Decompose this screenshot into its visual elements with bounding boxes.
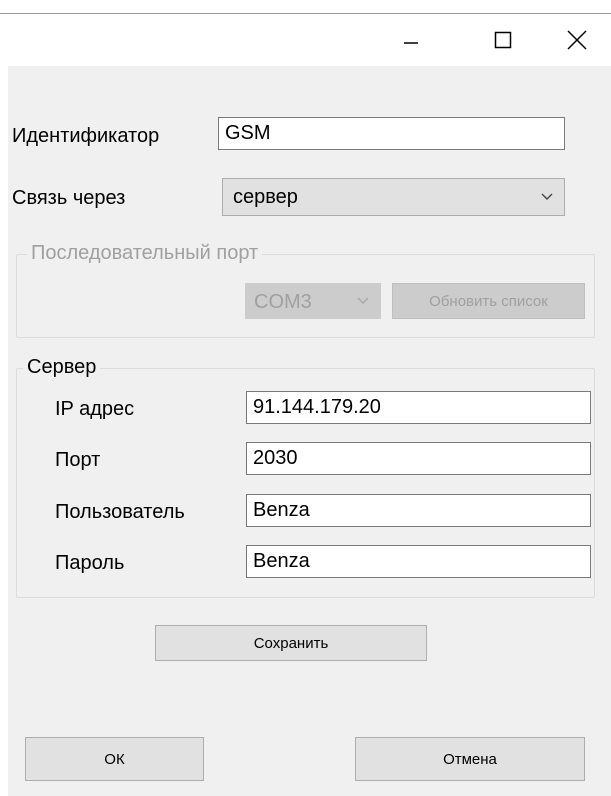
connection-select-value: сервер — [233, 186, 298, 208]
save-button[interactable]: Сохранить — [155, 625, 427, 661]
minimize-button[interactable] — [388, 14, 434, 66]
cancel-button[interactable]: Отмена — [355, 737, 585, 781]
maximize-button[interactable] — [480, 14, 526, 66]
com-port-select[interactable]: COM3 — [245, 283, 381, 319]
close-icon — [567, 30, 587, 50]
chevron-down-icon — [356, 284, 370, 318]
maximize-icon — [494, 31, 512, 49]
password-label: Пароль — [55, 552, 125, 574]
refresh-list-button[interactable]: Обновить список — [392, 283, 585, 319]
port-input[interactable]: 2030 — [246, 442, 591, 475]
chevron-down-icon — [540, 179, 554, 215]
minimize-icon — [404, 42, 418, 44]
close-button[interactable] — [554, 14, 600, 66]
ip-address-label: IP адрес — [55, 398, 135, 420]
identifier-label: Идентификатор — [12, 125, 160, 147]
connection-label: Связь через — [12, 187, 126, 209]
user-input[interactable]: Benza — [246, 494, 591, 527]
password-input[interactable]: Benza — [246, 545, 591, 578]
connection-select[interactable]: сервер — [222, 178, 565, 216]
ip-address-input[interactable]: 91.144.179.20 — [246, 391, 591, 424]
identifier-input[interactable]: GSM — [218, 117, 565, 150]
ok-button[interactable]: ОК — [25, 737, 204, 781]
user-label: Пользователь — [55, 501, 185, 523]
com-port-select-value: COM3 — [254, 291, 312, 313]
port-label: Порт — [55, 449, 101, 471]
server-group-title: Сервер — [23, 355, 101, 379]
serial-port-group-title: Последовательный порт — [27, 241, 263, 265]
